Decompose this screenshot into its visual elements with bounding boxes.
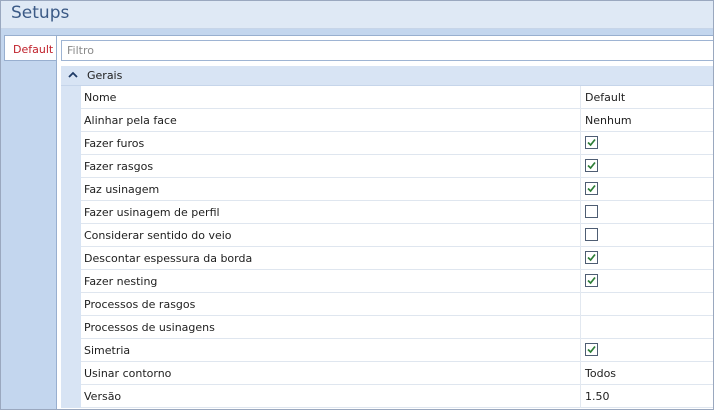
property-name: Fazer usinagem de perfil [84,206,220,219]
row-indent [61,247,81,270]
group-title: Gerais [87,69,123,82]
checkmark-icon [587,276,596,285]
property-name: Descontar espessura da borda [84,252,253,265]
property-name: Simetria [84,344,131,357]
column-separator [580,224,581,247]
property-name: Fazer furos [84,137,145,150]
checkmark-icon [587,253,596,262]
tab-default-label: Default [13,43,54,56]
property-row-nome[interactable]: Nome Default [61,86,713,109]
property-checkbox[interactable] [585,228,598,241]
property-name: Nome [84,91,117,104]
column-separator [580,247,581,270]
property-name: Fazer nesting [84,275,158,288]
row-indent [61,293,81,316]
column-separator [580,201,581,224]
property-checkbox[interactable] [585,343,598,356]
property-row-fazer-furos[interactable]: Fazer furos [61,132,713,155]
property-name: Usinar contorno [84,367,172,380]
row-indent [61,385,81,408]
property-row-fazer-rasgos[interactable]: Fazer rasgos [61,155,713,178]
property-value[interactable]: 1.50 [585,390,610,403]
column-separator [580,155,581,178]
property-row-usinar-contorno[interactable]: Usinar contorno Todos [61,362,713,385]
property-checkbox[interactable] [585,136,598,149]
property-row-alinhar-pela-face[interactable]: Alinhar pela face Nenhum [61,109,713,132]
property-value[interactable]: Default [585,91,625,104]
property-value[interactable]: Todos [585,367,616,380]
column-separator [580,339,581,362]
setups-window: Setups Default Gerais Nome Default Alinhar… [0,0,714,410]
chevron-up-icon[interactable] [68,70,78,80]
property-row-versao[interactable]: Versão 1.50 [61,385,713,408]
column-separator [580,362,581,385]
property-value[interactable]: Nenhum [585,114,632,127]
row-indent [61,316,81,339]
column-separator [580,109,581,132]
column-separator [580,385,581,408]
property-row-fazer-nesting[interactable]: Fazer nesting [61,270,713,293]
checkmark-icon [587,184,596,193]
property-name: Considerar sentido do veio [84,229,232,242]
filter-input[interactable] [62,41,713,60]
property-grid-panel: Gerais Nome Default Alinhar pela face Nenhu… [56,35,713,409]
row-indent [61,178,81,201]
property-name: Versão [84,390,122,403]
property-rows: Nome Default Alinhar pela face Nenhum Fazer … [61,86,713,408]
property-name: Fazer rasgos [84,160,154,173]
column-separator [580,293,581,316]
property-row-processos-de-rasgos[interactable]: Processos de rasgos [61,293,713,316]
row-indent [61,224,81,247]
column-separator [580,86,581,109]
property-row-processos-de-usinagens[interactable]: Processos de usinagens [61,316,713,339]
property-name: Processos de usinagens [84,321,215,334]
property-checkbox[interactable] [585,251,598,264]
property-row-faz-usinagem[interactable]: Faz usinagem [61,178,713,201]
checkmark-icon [587,345,596,354]
row-indent [61,155,81,178]
property-checkbox[interactable] [585,274,598,287]
tab-default[interactable]: Default [4,35,56,61]
property-row-simetria[interactable]: Simetria [61,339,713,362]
property-name: Processos de rasgos [84,298,196,311]
property-row-considerar-sentido-do-veio[interactable]: Considerar sentido do veio [61,224,713,247]
row-indent [61,109,81,132]
property-checkbox[interactable] [585,159,598,172]
filter-box [61,40,713,61]
row-indent [61,86,81,109]
row-indent [61,339,81,362]
row-indent [61,270,81,293]
property-name: Alinhar pela face [84,114,177,127]
column-separator [580,132,581,155]
row-indent [61,201,81,224]
group-header-gerais[interactable]: Gerais [61,66,713,86]
row-indent [61,132,81,155]
window-title: Setups [11,3,70,23]
property-name: Faz usinagem [84,183,160,196]
column-separator [580,270,581,293]
title-bar: Setups [1,1,713,29]
property-row-descontar-espessura-da-borda[interactable]: Descontar espessura da borda [61,247,713,270]
property-checkbox[interactable] [585,205,598,218]
column-separator [580,316,581,339]
checkmark-icon [587,138,596,147]
property-checkbox[interactable] [585,182,598,195]
checkmark-icon [587,161,596,170]
row-indent [61,362,81,385]
property-row-fazer-usinagem-de-perfil[interactable]: Fazer usinagem de perfil [61,201,713,224]
column-separator [580,178,581,201]
